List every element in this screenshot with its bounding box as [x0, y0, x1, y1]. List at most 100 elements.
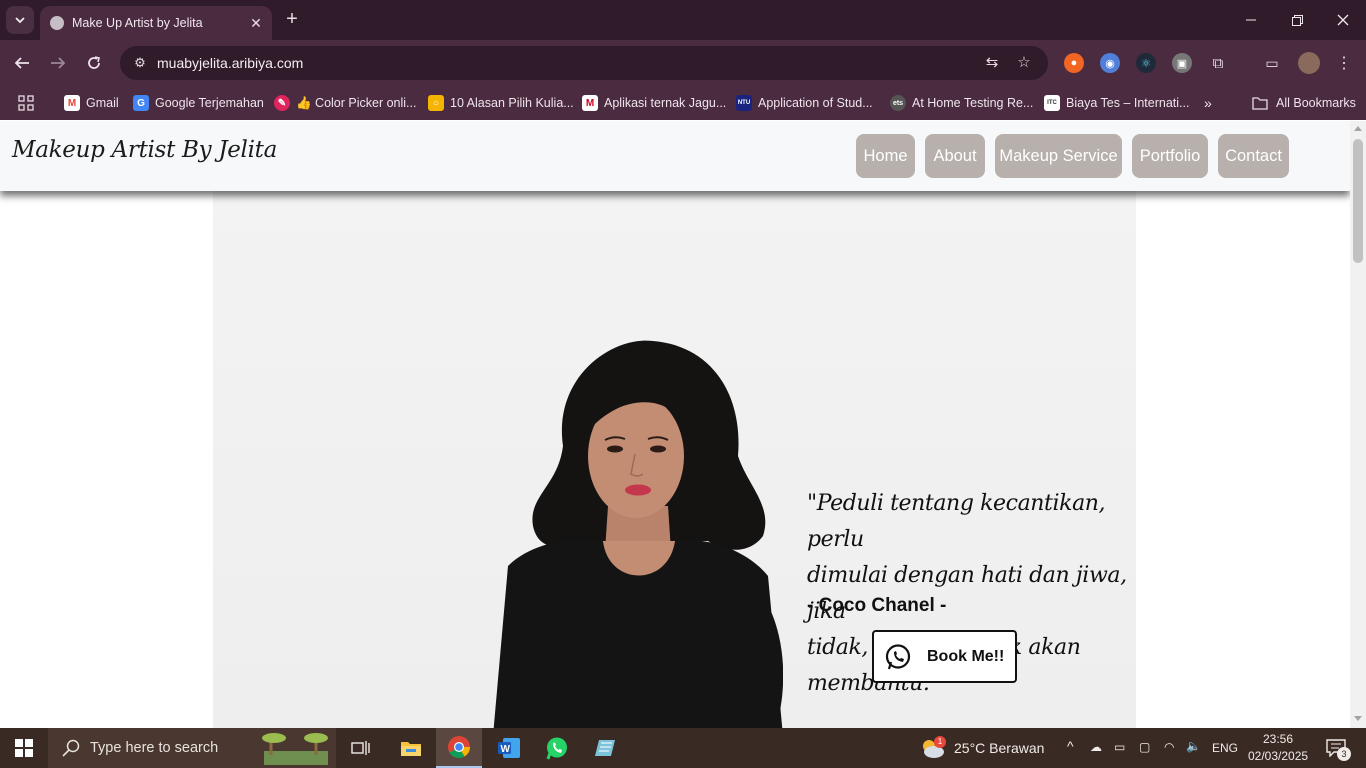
- arrow-right-icon: [51, 57, 66, 69]
- wifi-icon[interactable]: ◠: [1164, 740, 1174, 754]
- gmail-icon: M: [64, 95, 80, 111]
- bookmark-ternak-jagung[interactable]: M Aplikasi ternak Jagu...: [582, 92, 726, 114]
- scroll-up-arrow-icon[interactable]: [1354, 126, 1362, 131]
- book-me-button[interactable]: Book Me!!: [872, 630, 1017, 683]
- volume-icon[interactable]: 🔈: [1186, 739, 1201, 753]
- bookmark-ets-testing[interactable]: ets At Home Testing Re...: [890, 92, 1033, 114]
- menu-kebab-icon[interactable]: ⋮: [1334, 53, 1354, 73]
- site-header: Makeup Artist By Jelita Home About Makeu…: [0, 121, 1350, 191]
- tray-chevron-up-icon[interactable]: ^: [1067, 738, 1074, 754]
- taskbar-search-box[interactable]: Type here to search: [48, 728, 336, 768]
- whatsapp-icon: [546, 737, 567, 760]
- site-brand-logo[interactable]: Makeup Artist By Jelita: [12, 137, 277, 163]
- task-view-button[interactable]: [338, 728, 384, 768]
- search-icon: [62, 739, 80, 757]
- extension-fox-icon[interactable]: ●: [1064, 53, 1084, 73]
- file-explorer-button[interactable]: [388, 728, 434, 768]
- tab-title: Make Up Artist by Jelita: [72, 16, 203, 30]
- hero-model-photo: [493, 340, 783, 728]
- all-bookmarks-folder[interactable]: All Bookmarks: [1252, 92, 1356, 114]
- scroll-down-arrow-icon[interactable]: [1354, 716, 1362, 721]
- bookmark-google-translate[interactable]: G Google Terjemahan: [133, 92, 264, 114]
- onedrive-icon[interactable]: ☁: [1090, 740, 1102, 754]
- bookmarks-bar: M Gmail G Google Terjemahan ✎ 👍 Color Pi…: [0, 86, 1366, 120]
- camera-icon[interactable]: ▣: [1172, 53, 1192, 73]
- reload-button[interactable]: [80, 49, 108, 77]
- profile-avatar[interactable]: [1298, 52, 1320, 74]
- react-devtools-icon[interactable]: ⚛: [1136, 53, 1156, 73]
- start-button[interactable]: [0, 728, 48, 768]
- minimize-button[interactable]: [1228, 0, 1274, 40]
- bookmark-star-icon[interactable]: ☆: [1014, 53, 1034, 73]
- task-view-icon: [351, 741, 370, 755]
- browser-tab-strip: Make Up Artist by Jelita ✕ +: [0, 0, 1366, 40]
- scrollbar-thumb[interactable]: [1353, 139, 1363, 263]
- translate-icon: G: [133, 95, 149, 111]
- restore-button[interactable]: [1274, 0, 1320, 40]
- globe-icon: [50, 16, 64, 30]
- ntu-icon: NTU: [736, 95, 752, 111]
- extension-lens-icon[interactable]: ◉: [1100, 53, 1120, 73]
- back-button[interactable]: [8, 49, 36, 77]
- battery-icon[interactable]: ▭: [1114, 740, 1125, 754]
- word-taskbar-button[interactable]: W: [486, 728, 532, 768]
- bookmark-ntu-application[interactable]: NTU Application of Stud...: [736, 92, 873, 114]
- weather-widget-icon[interactable]: 1: [912, 728, 952, 768]
- apps-grid-icon[interactable]: [18, 92, 34, 114]
- tab-search-button[interactable]: [6, 6, 34, 34]
- windows-logo-icon: [15, 739, 33, 757]
- bookmark-color-picker[interactable]: ✎ 👍 Color Picker onli...: [274, 92, 416, 114]
- translate-icon[interactable]: ⇆: [982, 53, 1002, 73]
- page-scrollbar[interactable]: [1350, 121, 1366, 728]
- notification-count-badge: 3: [1337, 747, 1351, 761]
- bookmark-gmail[interactable]: M Gmail: [64, 92, 119, 114]
- quote-line: dimulai dengan hati dan jiwa, jika: [807, 563, 1127, 624]
- itc-icon: ITC: [1044, 95, 1060, 111]
- bookmark-alasan-kuliah[interactable]: ○ 10 Alasan Pilih Kulia...: [428, 92, 574, 114]
- close-window-button[interactable]: [1320, 0, 1366, 40]
- forward-button[interactable]: [44, 49, 72, 77]
- chrome-icon: [448, 736, 470, 758]
- browser-toolbar: ⚙ muabyjelita.aribiya.com ⇆ ☆ ● ◉ ⚛ ▣ ⧉ …: [0, 40, 1366, 86]
- whatsapp-taskbar-button[interactable]: [534, 728, 580, 768]
- weather-alert-badge: 1: [934, 736, 946, 748]
- nav-makeup-service[interactable]: Makeup Service: [995, 134, 1122, 178]
- restore-icon: [1291, 14, 1303, 26]
- close-icon: [1337, 14, 1349, 26]
- address-bar[interactable]: ⚙ muabyjelita.aribiya.com ⇆ ☆: [120, 46, 1048, 80]
- language-indicator[interactable]: ENG: [1212, 741, 1238, 755]
- search-placeholder: Type here to search: [90, 740, 219, 756]
- ets-icon: ets: [890, 95, 906, 111]
- svg-text:W: W: [501, 744, 511, 755]
- extensions-puzzle-icon[interactable]: ⧉: [1208, 53, 1228, 73]
- clock-date[interactable]: 02/03/2025: [1248, 749, 1308, 763]
- nav-contact[interactable]: Contact: [1218, 134, 1289, 178]
- weather-text[interactable]: 25°C Berawan: [954, 740, 1044, 756]
- url-text: muabyjelita.aribiya.com: [157, 55, 304, 71]
- m-logo-icon: M: [582, 95, 598, 111]
- nav-portfolio[interactable]: Portfolio: [1132, 134, 1208, 178]
- site-settings-icon[interactable]: ⚙: [128, 51, 152, 75]
- notes-app-taskbar-button[interactable]: [582, 728, 628, 768]
- minimize-icon: [1246, 19, 1256, 21]
- quote-line: "Peduli tentang kecantikan, perlu: [807, 491, 1106, 552]
- bookmark-biaya-tes[interactable]: ITC Biaya Tes – Internati...: [1044, 92, 1189, 114]
- notes-app-icon: [595, 740, 615, 756]
- more-bookmarks-chevron-icon[interactable]: »: [1204, 92, 1212, 114]
- close-tab-icon[interactable]: ✕: [248, 15, 264, 32]
- device-icon[interactable]: ▢: [1139, 740, 1150, 754]
- browser-tab[interactable]: Make Up Artist by Jelita ✕: [40, 6, 272, 40]
- cast-icon[interactable]: ▭: [1262, 53, 1282, 73]
- clock-time[interactable]: 23:56: [1263, 732, 1293, 746]
- nav-home[interactable]: Home: [856, 134, 915, 178]
- folder-icon: [401, 742, 421, 756]
- nav-about[interactable]: About: [925, 134, 985, 178]
- book-me-label: Book Me!!: [927, 647, 1005, 665]
- new-tab-button[interactable]: +: [280, 8, 304, 32]
- arrow-left-icon: [14, 57, 29, 69]
- chrome-taskbar-button[interactable]: [436, 728, 482, 768]
- windows-taskbar: Type here to search W 1 25°C Berawan ^ ☁…: [0, 728, 1366, 768]
- color-picker-icon: ✎: [274, 95, 290, 111]
- notification-center-button[interactable]: 3: [1316, 728, 1356, 768]
- chevron-down-icon: [15, 17, 25, 24]
